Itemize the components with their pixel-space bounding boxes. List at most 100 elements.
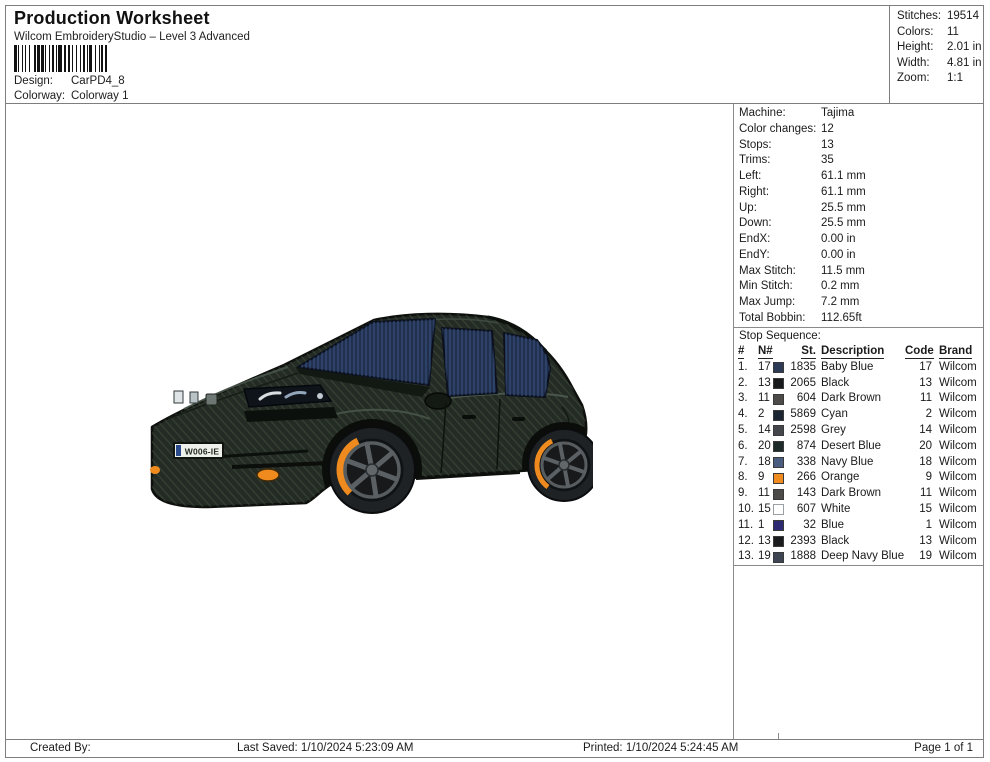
row-number: 13. [738,550,754,563]
stop-sequence-row: 10. 15 607 White 15 Wilcom [734,502,983,518]
stop-sequence-row: 1. 17 1835 Baby Blue 17 Wilcom [734,360,983,376]
stop-sequence-row: 2. 13 2065 Black 13 Wilcom [734,376,983,392]
info-label: Color changes: [739,122,817,135]
thread-description: White [821,502,851,515]
stop-sequence-row: 8. 9 266 Orange 9 Wilcom [734,470,983,486]
swatch-cell [773,441,788,453]
machine-info-row: Stops: 13 [734,138,983,154]
machine-info-row: EndX: 0.00 in [734,232,983,248]
swatch-cell [773,425,788,437]
thread-description: Desert Blue [821,439,882,452]
stop-sequence-row: 11. 1 32 Blue 1 Wilcom [734,518,983,534]
thread-code: 13 [919,376,932,389]
needle-number: 11 [758,392,770,405]
stop-sequence-title: Stop Sequence: [734,326,983,345]
colorway-label: Colorway: [14,90,66,102]
swatch-cell [773,535,788,547]
rear-wheel [527,428,593,502]
stitch-count: 338 [796,455,816,468]
thread-code: 20 [919,439,932,452]
brand-emblem [205,393,218,406]
stop-sequence-row: 6. 20 874 Desert Blue 20 Wilcom [734,439,983,455]
stat-row: Width: 4.81 in [890,56,983,72]
row-number: 11. [738,518,754,531]
stop-sequence-row: 3. 11 604 Dark Brown 11 Wilcom [734,391,983,407]
stitch-count: 2065 [790,376,816,389]
info-label: Max Jump: [739,296,796,308]
stat-row: Zoom: 1:1 [890,71,983,87]
needle-number: 15 [758,502,771,515]
stitch-count: 266 [796,471,816,484]
col-needle: N# [758,345,773,359]
thread-description: Grey [821,423,846,436]
stop-sequence-row: 4. 2 5869 Cyan 2 Wilcom [734,407,983,423]
stat-label: Colors: [897,25,934,38]
needle-number: 13 [758,376,771,389]
info-label: EndX: [739,233,771,245]
row-number: 3. [738,392,748,405]
design-barcode [14,45,142,72]
thread-color-swatch [773,425,784,437]
thread-color-swatch [773,488,784,500]
thread-description: Dark Brown [821,487,882,500]
grille-glint [173,390,184,404]
thread-code: 17 [919,360,932,373]
swatch-cell [773,377,788,389]
swatch-cell [773,488,788,500]
thread-color-swatch [773,456,784,468]
needle-number: 13 [758,534,771,547]
machine-info-row: Down: 25.5 mm [734,216,983,232]
machine-info-row: Left: 61.1 mm [734,169,983,185]
stat-row: Height: 2.01 in [890,40,983,56]
header: Production Worksheet Wilcom EmbroiderySt… [6,6,983,104]
page-number: Page 1 of 1 [914,742,973,754]
swatch-cell [773,409,788,421]
row-number: 10. [738,502,754,515]
thread-description: Baby Blue [821,360,874,373]
info-value: Tajima [821,107,855,119]
col-stitches: St. [801,345,816,359]
row-number: 5. [738,423,748,436]
thread-brand: Wilcom [939,455,977,468]
info-label: Total Bobbin: [739,311,806,324]
stitch-count: 1888 [790,550,816,563]
thread-brand: Wilcom [939,439,977,452]
thread-brand: Wilcom [939,408,977,421]
side-mirror [424,392,452,410]
thread-description: Deep Navy Blue [821,550,905,563]
license-plate: W006-IE [173,442,224,459]
thread-description: Orange [821,471,860,484]
row-number: 7. [738,455,748,468]
info-label: Trims: [739,154,771,167]
stitch-count: 143 [796,487,816,500]
front-wheel [328,426,416,514]
thread-code: 15 [919,502,932,515]
thread-code: 19 [919,550,932,563]
last-saved-label: Last Saved: 1/10/2024 5:23:09 AM [237,742,414,754]
swatch-cell [773,551,788,563]
stop-sequence-header: # N# St. Description Code Brand [734,344,983,360]
row-number: 8. [738,471,748,484]
machine-info-row: Max Jump: 7.2 mm [734,295,983,311]
needle-number: 14 [758,423,771,436]
machine-info-row: Max Stitch: 11.5 mm [734,264,983,280]
thread-brand: Wilcom [939,518,977,531]
thread-brand: Wilcom [939,360,977,373]
info-value: 61.1 mm [821,185,866,198]
thread-code: 2 [925,408,932,421]
grille-glint-2 [189,391,199,404]
thread-color-swatch [773,409,784,421]
info-label: EndY: [739,248,770,261]
thread-brand: Wilcom [939,534,977,547]
swatch-cell [773,472,788,484]
swatch-cell [773,393,788,405]
thread-brand: Wilcom [939,502,977,515]
machine-info-row: Color changes: 12 [734,122,983,138]
stop-sequence-body: 1. 17 1835 Baby Blue 17 Wilcom 2. 13 2065 Black 13… [734,360,983,567]
needle-number: 20 [758,439,771,452]
needle-number: 1 [758,518,765,531]
col-number: # [738,345,745,359]
thread-color-swatch [773,377,784,389]
info-value: 0.00 in [821,248,856,261]
fog-light [256,468,280,482]
